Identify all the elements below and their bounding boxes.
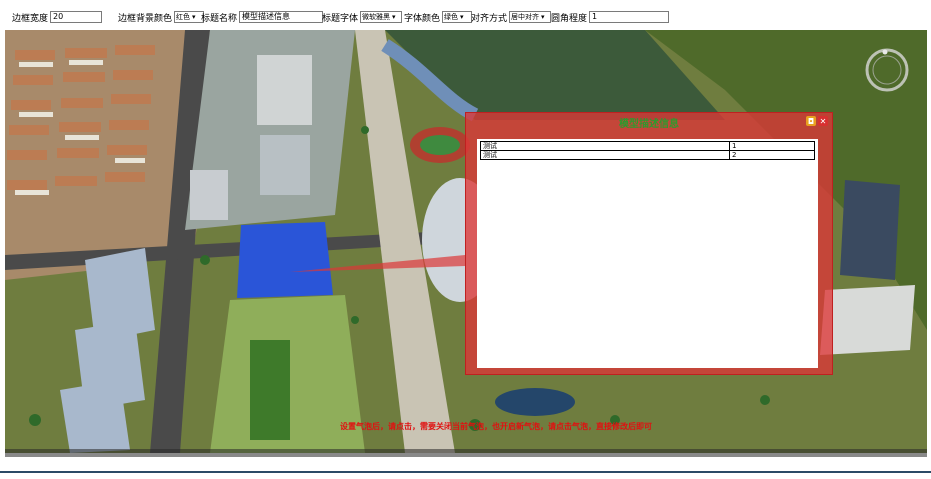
info-popup: 模型描述信息 ◘ ✕ 测试 1 测试 2 (465, 112, 833, 375)
skyscraper-east (840, 180, 900, 280)
border-width-input[interactable]: 20 (50, 11, 103, 23)
font-color-label: 字体颜色 (404, 13, 441, 24)
border-width-label: 边框宽度 (12, 13, 49, 24)
align-select[interactable]: 居中对齐 ▾ (509, 11, 552, 23)
chevron-down-icon: ▾ (192, 13, 196, 21)
corner-radius-control: 圆角程度 1 (551, 10, 670, 24)
title-font-value: 微软雅黑 (362, 13, 391, 21)
align-control: 对齐方式 居中对齐 ▾ (471, 10, 552, 24)
green-strip (250, 340, 290, 440)
align-value: 居中对齐 (511, 13, 540, 21)
cell-name: 测试 (480, 150, 730, 160)
title-font-label: 标题字体 (322, 13, 359, 24)
cell-value: 1 (729, 141, 815, 151)
bottom-border (0, 471, 931, 473)
building-east (820, 285, 915, 355)
chevron-down-icon: ▾ (460, 13, 464, 21)
building-north (257, 55, 312, 125)
help-notice: 设置气泡后，请点击，需要关闭当前气泡，也开启新气泡，请点击气泡，直接修改后即可 (340, 422, 652, 431)
building-tower (190, 170, 228, 220)
border-bg-color-value: 红色 (176, 13, 191, 21)
close-icon[interactable]: ✕ (818, 116, 828, 126)
title-name-control: 标题名称 模型描述信息 (201, 10, 324, 24)
corner-radius-input[interactable]: 1 (589, 11, 670, 23)
border-bg-color-control: 边框背景颜色 红色 ▾ (118, 10, 205, 24)
building-stadium-hall (260, 135, 310, 195)
chevron-down-icon: ▾ (541, 13, 545, 21)
title-name-label: 标题名称 (201, 13, 238, 24)
chevron-down-icon: ▾ (392, 13, 396, 21)
border-width-control: 边框宽度 20 (12, 10, 103, 24)
info-table: 测试 1 测试 2 (480, 141, 815, 160)
lock-icon[interactable]: ◘ (806, 116, 816, 126)
border-bg-color-label: 边框背景颜色 (118, 13, 173, 24)
font-color-select[interactable]: 绿色 ▾ (442, 11, 473, 23)
font-color-value: 绿色 (444, 13, 459, 21)
pond (495, 388, 575, 416)
toolbar: 边框宽度 20 边框背景颜色 红色 ▾ 标题名称 模型描述信息 标题字体 微软雅… (0, 0, 931, 28)
water-cube (237, 222, 333, 298)
table-row: 测试 2 (480, 150, 815, 160)
table-row: 测试 1 (480, 141, 815, 151)
corner-radius-label: 圆角程度 (551, 13, 588, 24)
popup-body: 测试 1 测试 2 (477, 139, 818, 368)
popup-title: 模型描述信息 (619, 119, 679, 130)
border-bg-color-select[interactable]: 红色 ▾ (174, 11, 205, 23)
status-bar (5, 449, 927, 457)
font-color-control: 字体颜色 绿色 ▾ (404, 10, 473, 24)
title-font-select[interactable]: 微软雅黑 ▾ (360, 11, 403, 23)
title-name-input[interactable]: 模型描述信息 (239, 11, 324, 23)
title-font-control: 标题字体 微软雅黑 ▾ (322, 10, 403, 24)
cell-value: 2 (729, 150, 815, 160)
cell-name: 测试 (480, 141, 730, 151)
align-label: 对齐方式 (471, 13, 508, 24)
